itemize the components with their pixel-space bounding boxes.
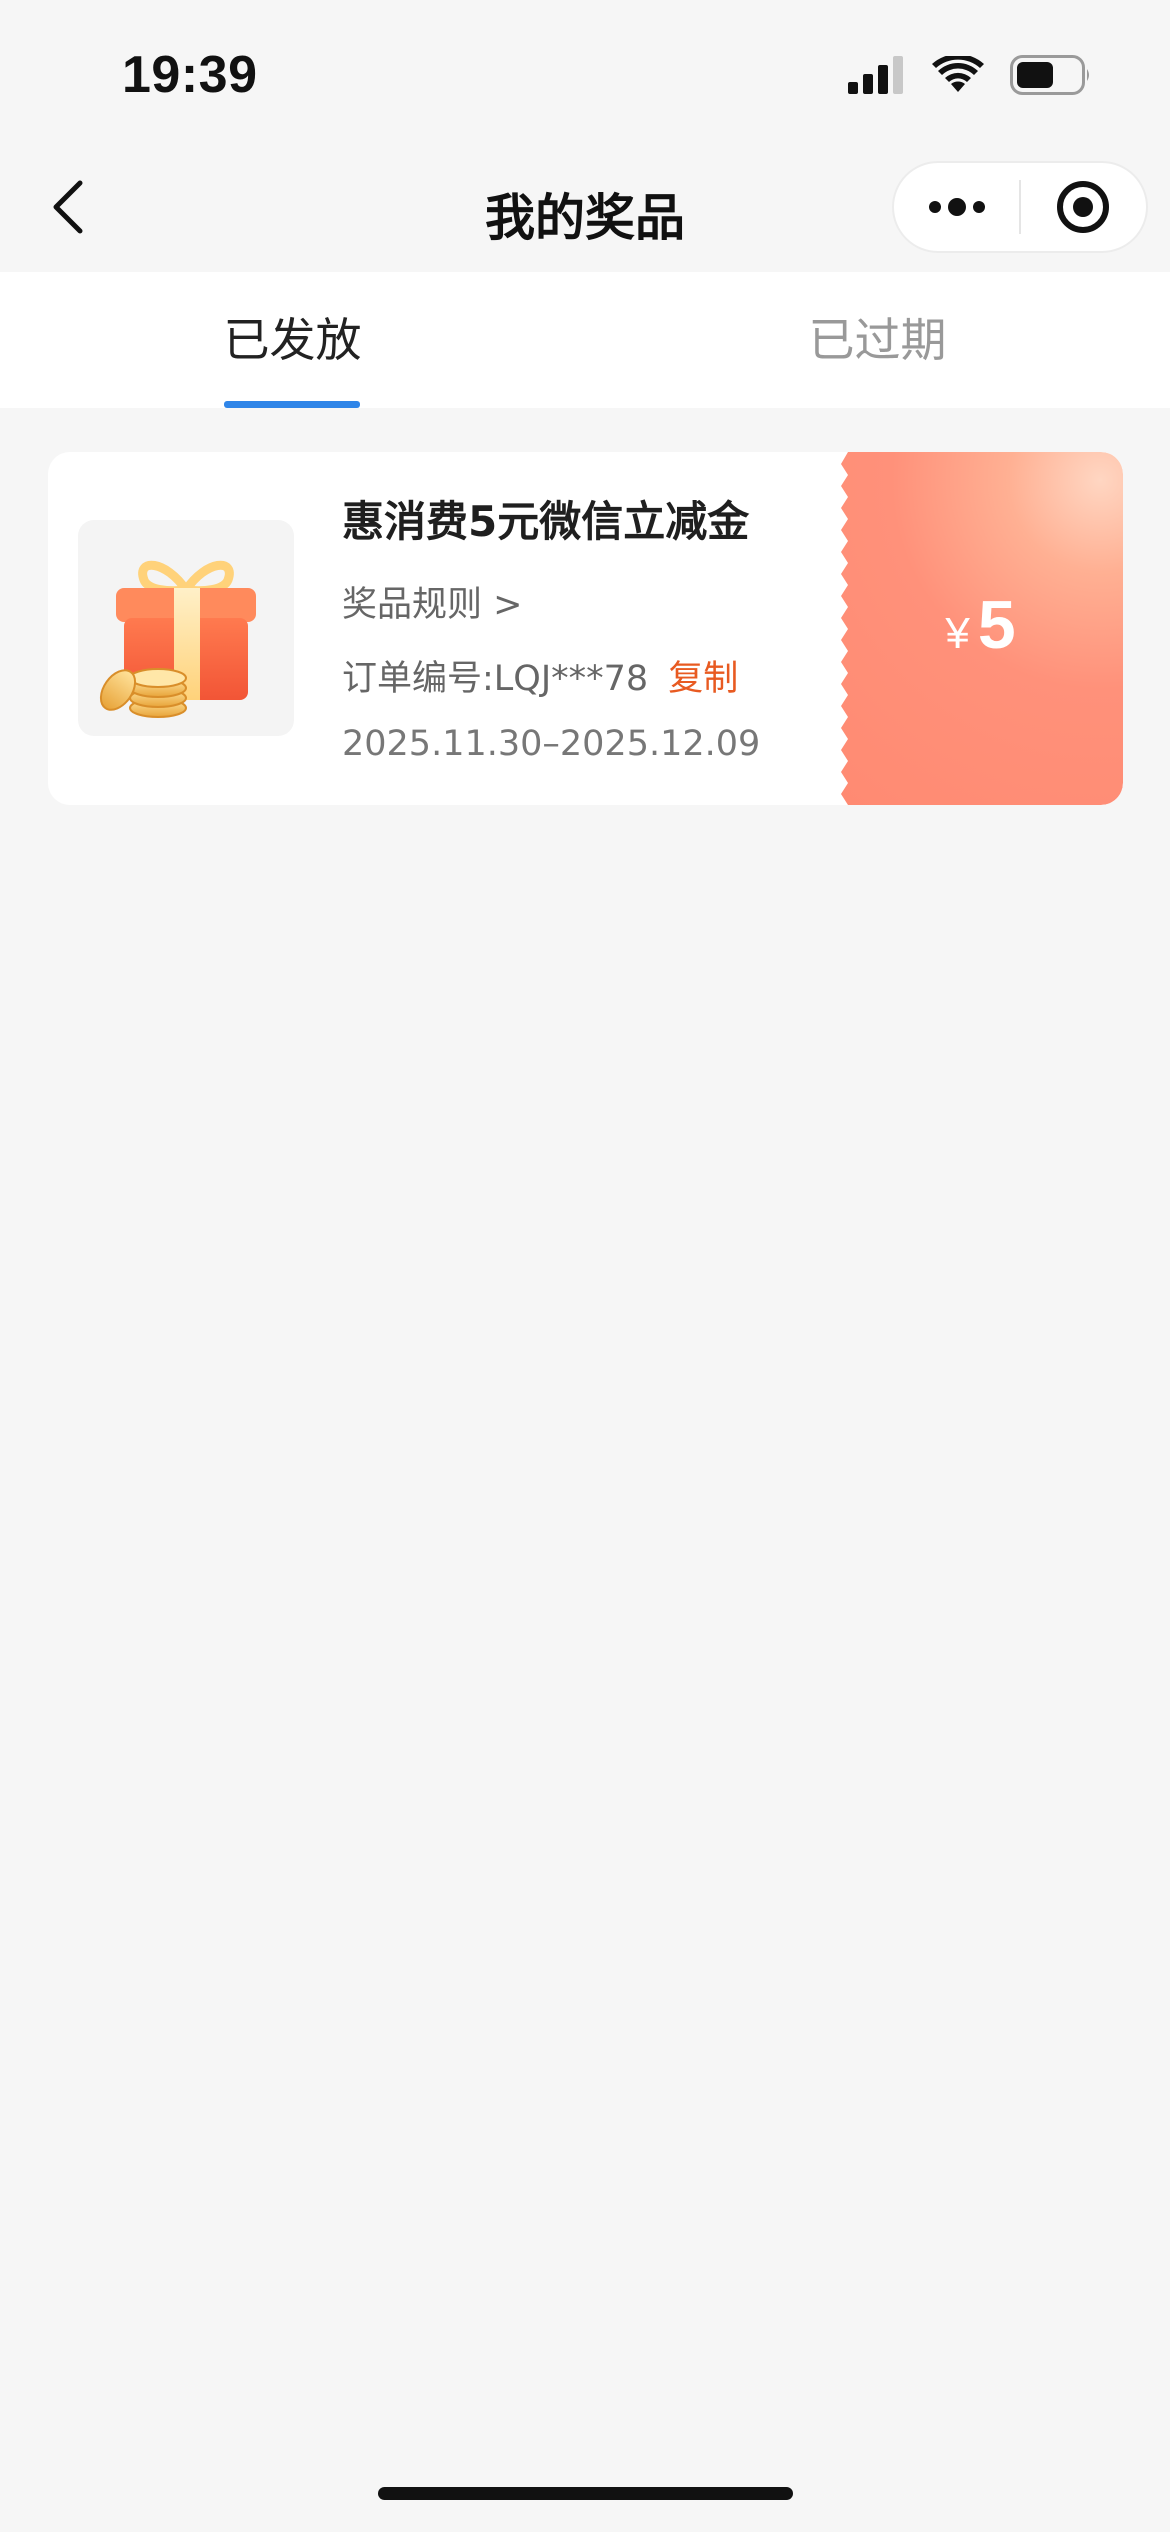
prize-title: 惠消费5元微信立减金 [342,497,750,546]
status-bar: 19:39 [0,0,1170,140]
order-number-row: 订单编号:LQJ***78 复制 [342,650,738,701]
tab-expired[interactable]: 已过期 [585,304,1170,370]
coupon-value-panel: ¥5 [838,452,1123,805]
order-number: 订单编号:LQJ***78 [342,659,649,699]
status-icons [848,50,1092,100]
nav-bar: 我的奖品 [0,140,1170,272]
close-mini-program-button[interactable] [1021,161,1146,253]
target-circle-icon [1057,181,1110,233]
status-time: 19:39 [122,46,258,104]
active-tab-indicator [224,401,360,408]
wifi-icon [932,56,984,92]
prize-rules-link[interactable]: 奖品规则 > [342,576,522,627]
cellular-signal-icon [848,56,903,94]
mini-program-capsule [892,161,1148,253]
coupon-amount: ¥5 [838,586,1123,664]
tab-issued[interactable]: 已发放 [0,304,585,370]
prize-card[interactable]: 惠消费5元微信立减金 奖品规则 > 订单编号:LQJ***78 复制 2025.… [48,452,1123,805]
gift-box-coins-icon [99,560,256,718]
home-indicator [378,2487,793,2500]
validity-date-range: 2025.11.30–2025.12.09 [342,724,761,764]
amount-value: 5 [977,587,1016,663]
more-button[interactable] [894,161,1019,253]
more-dots-icon [928,198,985,216]
currency-symbol: ¥ [945,609,970,658]
tab-bar: 已发放 已过期 [0,272,1170,408]
copy-button[interactable]: 复制 [668,650,738,701]
prize-thumbnail [78,520,294,736]
battery-icon [1010,55,1089,95]
